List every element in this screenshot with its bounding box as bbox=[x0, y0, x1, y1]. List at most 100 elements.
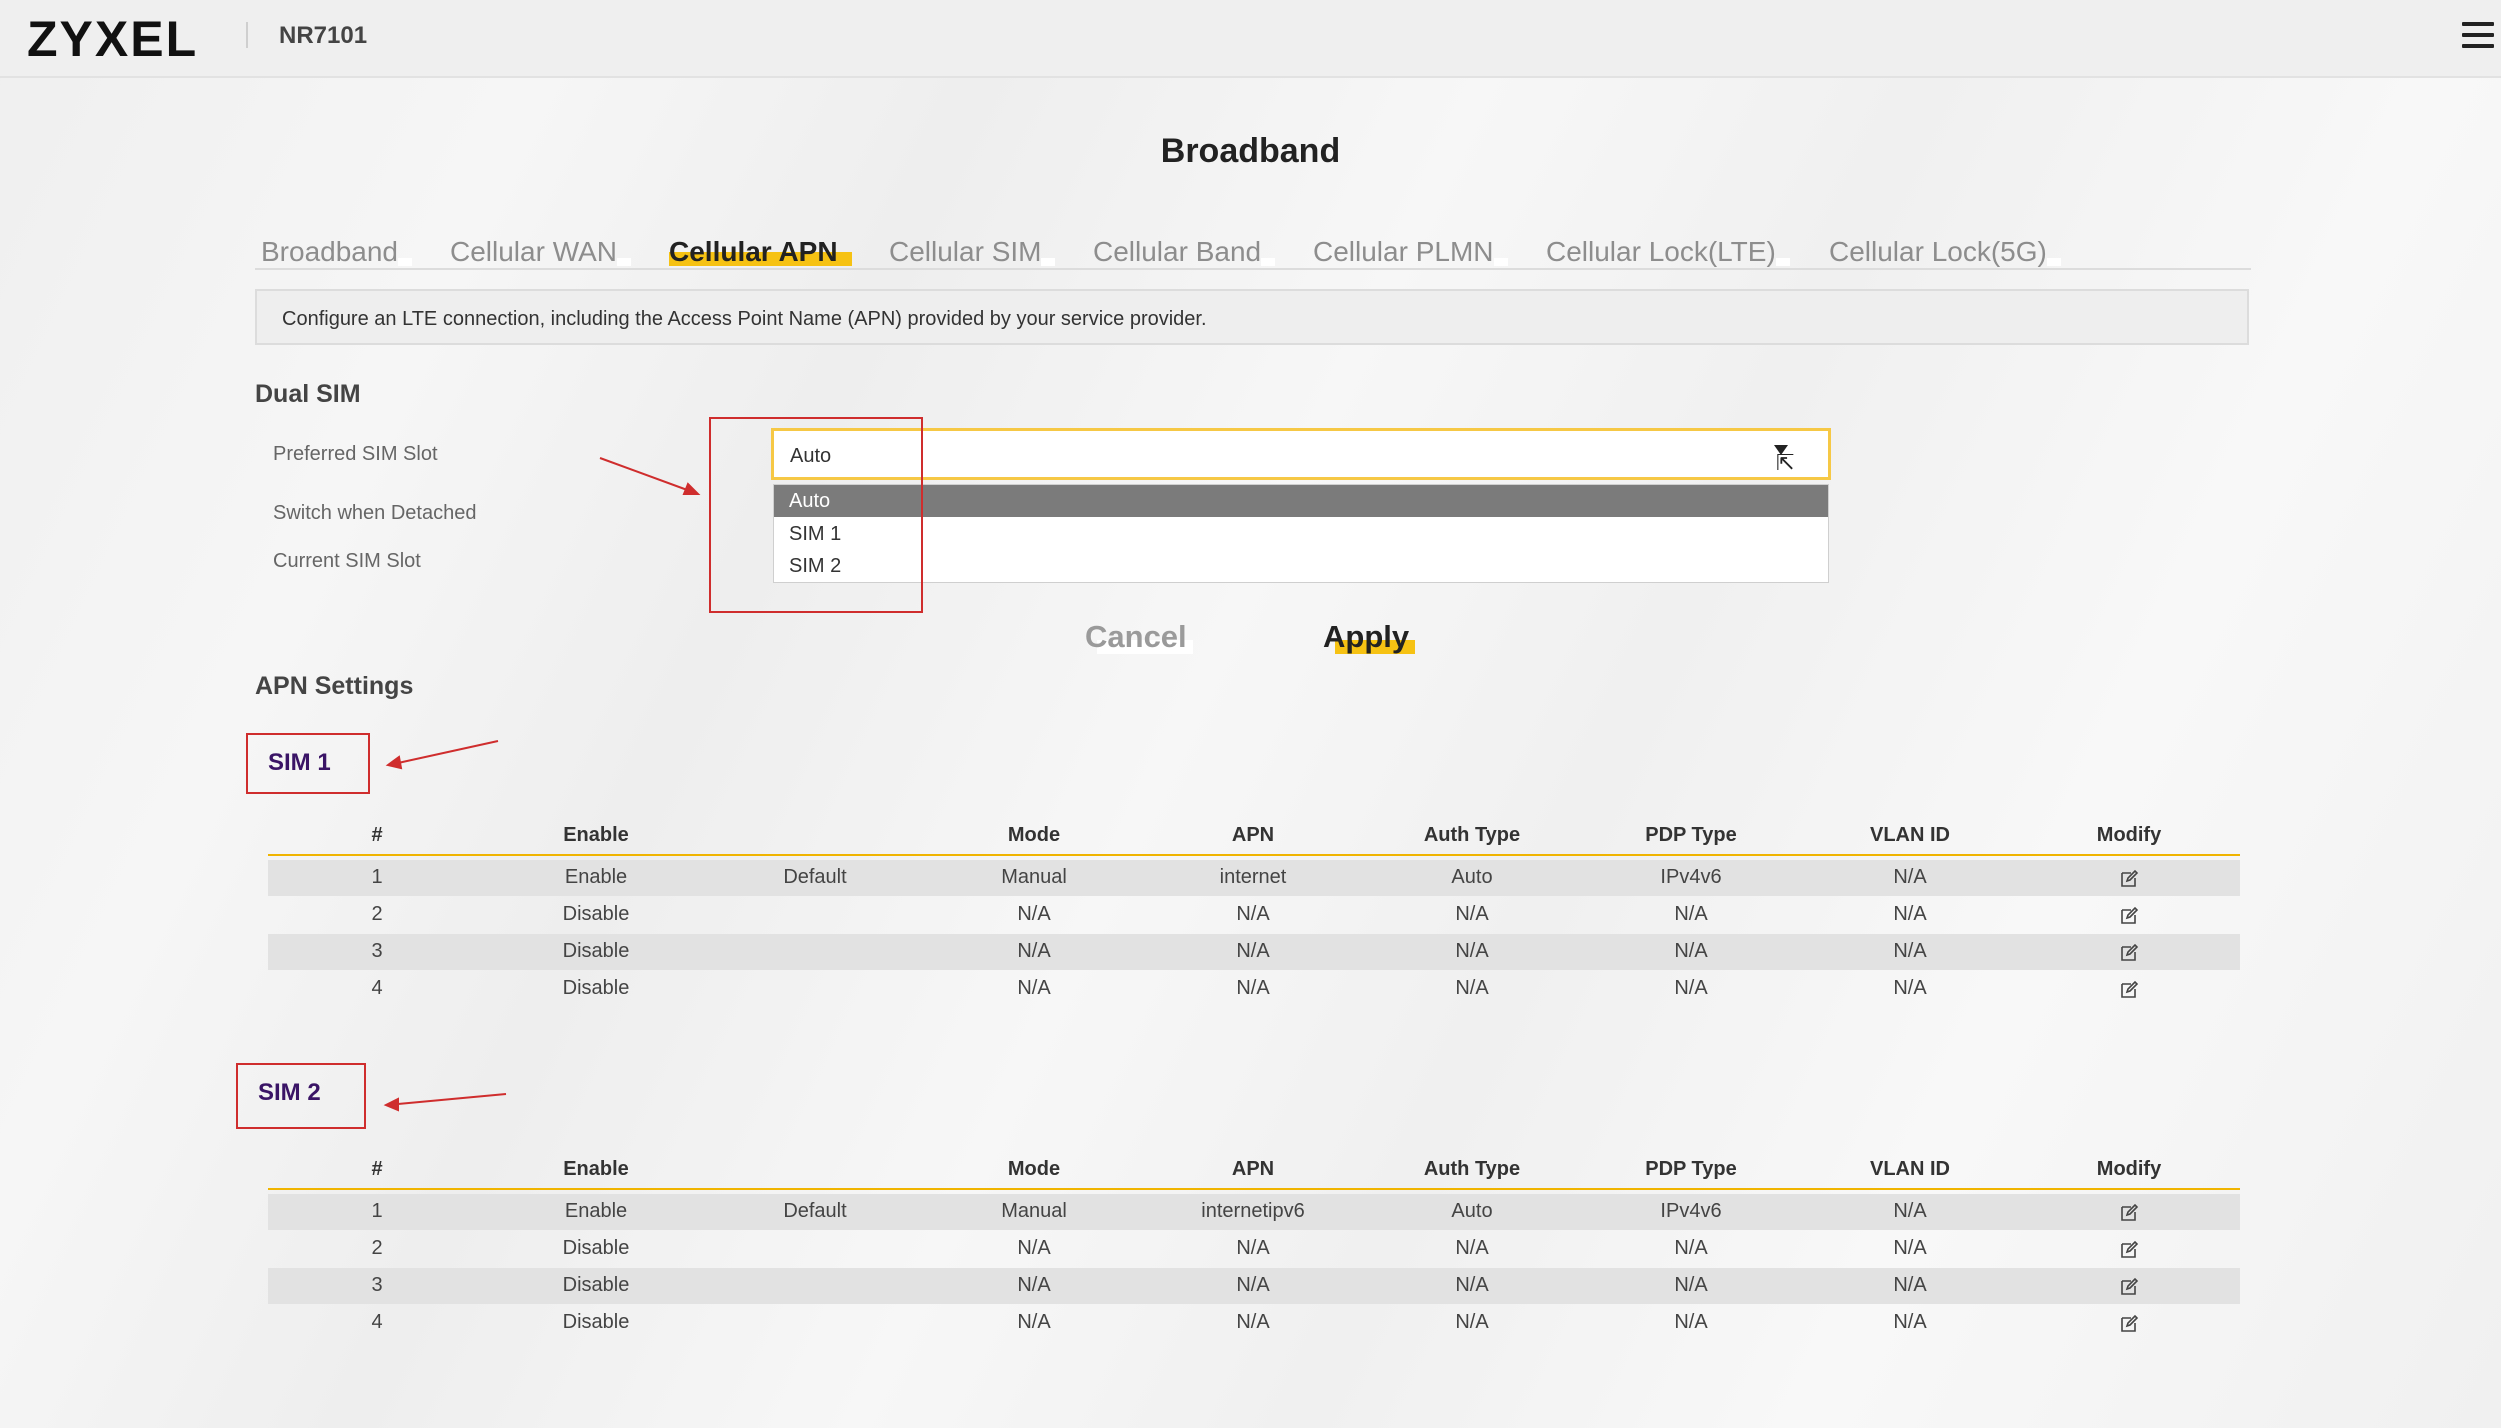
cell-number: 3 bbox=[371, 1274, 383, 1296]
tab-cellular-band[interactable]: Cellular Band bbox=[1093, 236, 1276, 268]
column-header-auth-type: Auth Type bbox=[1423, 824, 1521, 846]
sim1-apn-table: # Enable Mode APN Auth Type PDP Type VLA… bbox=[268, 822, 2240, 1012]
column-header-enable: Enable bbox=[563, 824, 629, 846]
sim-slot-dropdown-list: Auto SIM 1 SIM 2 bbox=[773, 484, 1829, 583]
cell-apn: N/A bbox=[1236, 1274, 1270, 1296]
cell-pdp-type: N/A bbox=[1674, 903, 1708, 925]
switch-when-detached-label: Switch when Detached bbox=[273, 502, 477, 524]
table-row: 1 Enable Default Manual internet Auto IPv4v6 N/… bbox=[268, 860, 2240, 896]
cell-apn: N/A bbox=[1236, 1237, 1270, 1259]
tab-cellular-lock-lte[interactable]: Cellular Lock(LTE) bbox=[1546, 236, 1790, 268]
sim1-section-label: SIM 1 bbox=[246, 733, 370, 794]
cell-vlan-id: N/A bbox=[1893, 1311, 1927, 1333]
table-header: # Enable Mode APN Auth Type PDP Type VLA… bbox=[268, 822, 2240, 856]
cell-number: 2 bbox=[371, 1237, 383, 1259]
column-header-modify: Modify bbox=[2096, 824, 2162, 846]
table-row: 3 Disable N/A N/A N/A N/A N/A bbox=[268, 934, 2240, 970]
cell-apn: internetipv6 bbox=[1201, 1200, 1305, 1222]
cell-auth-type: N/A bbox=[1455, 1237, 1489, 1259]
dropdown-option-sim1[interactable]: SIM 1 bbox=[774, 518, 1828, 550]
dropdown-option-auto[interactable]: Auto bbox=[774, 485, 1828, 517]
hamburger-menu-icon[interactable] bbox=[2462, 22, 2494, 48]
table-row: 2 Disable N/A N/A N/A N/A N/A bbox=[268, 1231, 2240, 1267]
column-header-pdp-type: PDP Type bbox=[1645, 824, 1737, 846]
cell-number: 1 bbox=[371, 866, 383, 888]
apply-button[interactable]: Apply bbox=[1323, 619, 1416, 655]
cell-auth-type: N/A bbox=[1455, 940, 1489, 962]
tab-cellular-plmn[interactable]: Cellular PLMN bbox=[1313, 236, 1508, 268]
table-row: 1 Enable Default Manual internetipv6 Auto IPv4… bbox=[268, 1194, 2240, 1230]
table-row: 3 Disable N/A N/A N/A N/A N/A bbox=[268, 1268, 2240, 1304]
cell-enable: Disable bbox=[562, 977, 630, 999]
column-header-apn: APN bbox=[1231, 1158, 1275, 1180]
column-header-modify: Modify bbox=[2096, 1158, 2162, 1180]
edit-icon[interactable] bbox=[2119, 1240, 2139, 1260]
model-name: NR7101 bbox=[279, 22, 368, 49]
cell-auth-type: N/A bbox=[1455, 903, 1489, 925]
tab-cellular-lock-5g[interactable]: Cellular Lock(5G) bbox=[1829, 236, 2061, 268]
cell-pdp-type: IPv4v6 bbox=[1660, 866, 1722, 888]
cell-apn: N/A bbox=[1236, 1311, 1270, 1333]
column-header-pdp-type: PDP Type bbox=[1645, 1158, 1737, 1180]
cell-apn: internet bbox=[1219, 866, 1287, 888]
edit-icon[interactable] bbox=[2119, 1277, 2139, 1297]
table-row: 4 Disable N/A N/A N/A N/A N/A bbox=[268, 971, 2240, 1007]
edit-icon[interactable] bbox=[2119, 1203, 2139, 1223]
edit-icon[interactable] bbox=[2119, 869, 2139, 889]
cell-enable: Enable bbox=[564, 866, 628, 888]
tab-cellular-sim[interactable]: Cellular SIM bbox=[889, 236, 1056, 268]
cell-vlan-id: N/A bbox=[1893, 866, 1927, 888]
cell-apn: N/A bbox=[1236, 977, 1270, 999]
column-header-vlan-id: VLAN ID bbox=[1870, 824, 1950, 846]
dropdown-option-sim2[interactable]: SIM 2 bbox=[774, 550, 1828, 582]
cell-apn: N/A bbox=[1236, 940, 1270, 962]
edit-icon[interactable] bbox=[2119, 906, 2139, 926]
cell-number: 1 bbox=[371, 1200, 383, 1222]
cell-vlan-id: N/A bbox=[1893, 940, 1927, 962]
cell-pdp-type: IPv4v6 bbox=[1660, 1200, 1722, 1222]
cell-enable: Disable bbox=[562, 940, 630, 962]
cell-mode: N/A bbox=[1017, 1237, 1051, 1259]
cell-apn: N/A bbox=[1236, 903, 1270, 925]
preferred-sim-slot-label: Preferred SIM Slot bbox=[273, 443, 438, 465]
cell-vlan-id: N/A bbox=[1893, 1274, 1927, 1296]
cell-number: 2 bbox=[371, 903, 383, 925]
cell-number: 4 bbox=[371, 1311, 383, 1333]
column-header-number: # bbox=[371, 824, 383, 846]
dual-sim-title: Dual SIM bbox=[255, 380, 361, 408]
cell-mode: N/A bbox=[1017, 903, 1051, 925]
cell-number: 4 bbox=[371, 977, 383, 999]
tab-cellular-apn[interactable]: Cellular APN bbox=[669, 236, 852, 268]
cell-auth-type: Auto bbox=[1451, 1200, 1493, 1222]
table-row: 2 Disable N/A N/A N/A N/A N/A bbox=[268, 897, 2240, 933]
column-header-number: # bbox=[371, 1158, 383, 1180]
cell-mode: N/A bbox=[1017, 1274, 1051, 1296]
cell-mode: Manual bbox=[1001, 1200, 1067, 1222]
tab-cellular-wan[interactable]: Cellular WAN bbox=[450, 236, 631, 268]
logo-separator bbox=[246, 22, 248, 48]
edit-icon[interactable] bbox=[2119, 1314, 2139, 1334]
cell-mode: N/A bbox=[1017, 940, 1051, 962]
column-header-auth-type: Auth Type bbox=[1423, 1158, 1521, 1180]
cancel-button[interactable]: Cancel bbox=[1085, 619, 1193, 655]
column-header-mode: Mode bbox=[1007, 1158, 1061, 1180]
cell-pdp-type: N/A bbox=[1674, 1311, 1708, 1333]
preferred-sim-slot-select[interactable]: Auto bbox=[771, 428, 1831, 480]
column-header-apn: APN bbox=[1231, 824, 1275, 846]
cell-vlan-id: N/A bbox=[1893, 1200, 1927, 1222]
zyxel-logo[interactable]: ZYXEL bbox=[27, 10, 198, 68]
cell-pdp-type: N/A bbox=[1674, 977, 1708, 999]
edit-icon[interactable] bbox=[2119, 980, 2139, 1000]
tab-broadband[interactable]: Broadband bbox=[261, 236, 413, 268]
edit-icon[interactable] bbox=[2119, 943, 2139, 963]
top-bar: ZYXEL NR7101 bbox=[0, 0, 2501, 78]
sim2-section-label: SIM 2 bbox=[236, 1063, 366, 1129]
sim2-apn-table: # Enable Mode APN Auth Type PDP Type VLA… bbox=[268, 1156, 2240, 1346]
page-description: Configure an LTE connection, including t… bbox=[255, 289, 2249, 345]
cell-pdp-type: N/A bbox=[1674, 940, 1708, 962]
column-header-enable: Enable bbox=[563, 1158, 629, 1180]
annotation-highlight-box bbox=[709, 417, 923, 613]
cell-auth-type: N/A bbox=[1455, 977, 1489, 999]
cell-enable: Disable bbox=[562, 903, 630, 925]
cell-enable: Disable bbox=[562, 1274, 630, 1296]
